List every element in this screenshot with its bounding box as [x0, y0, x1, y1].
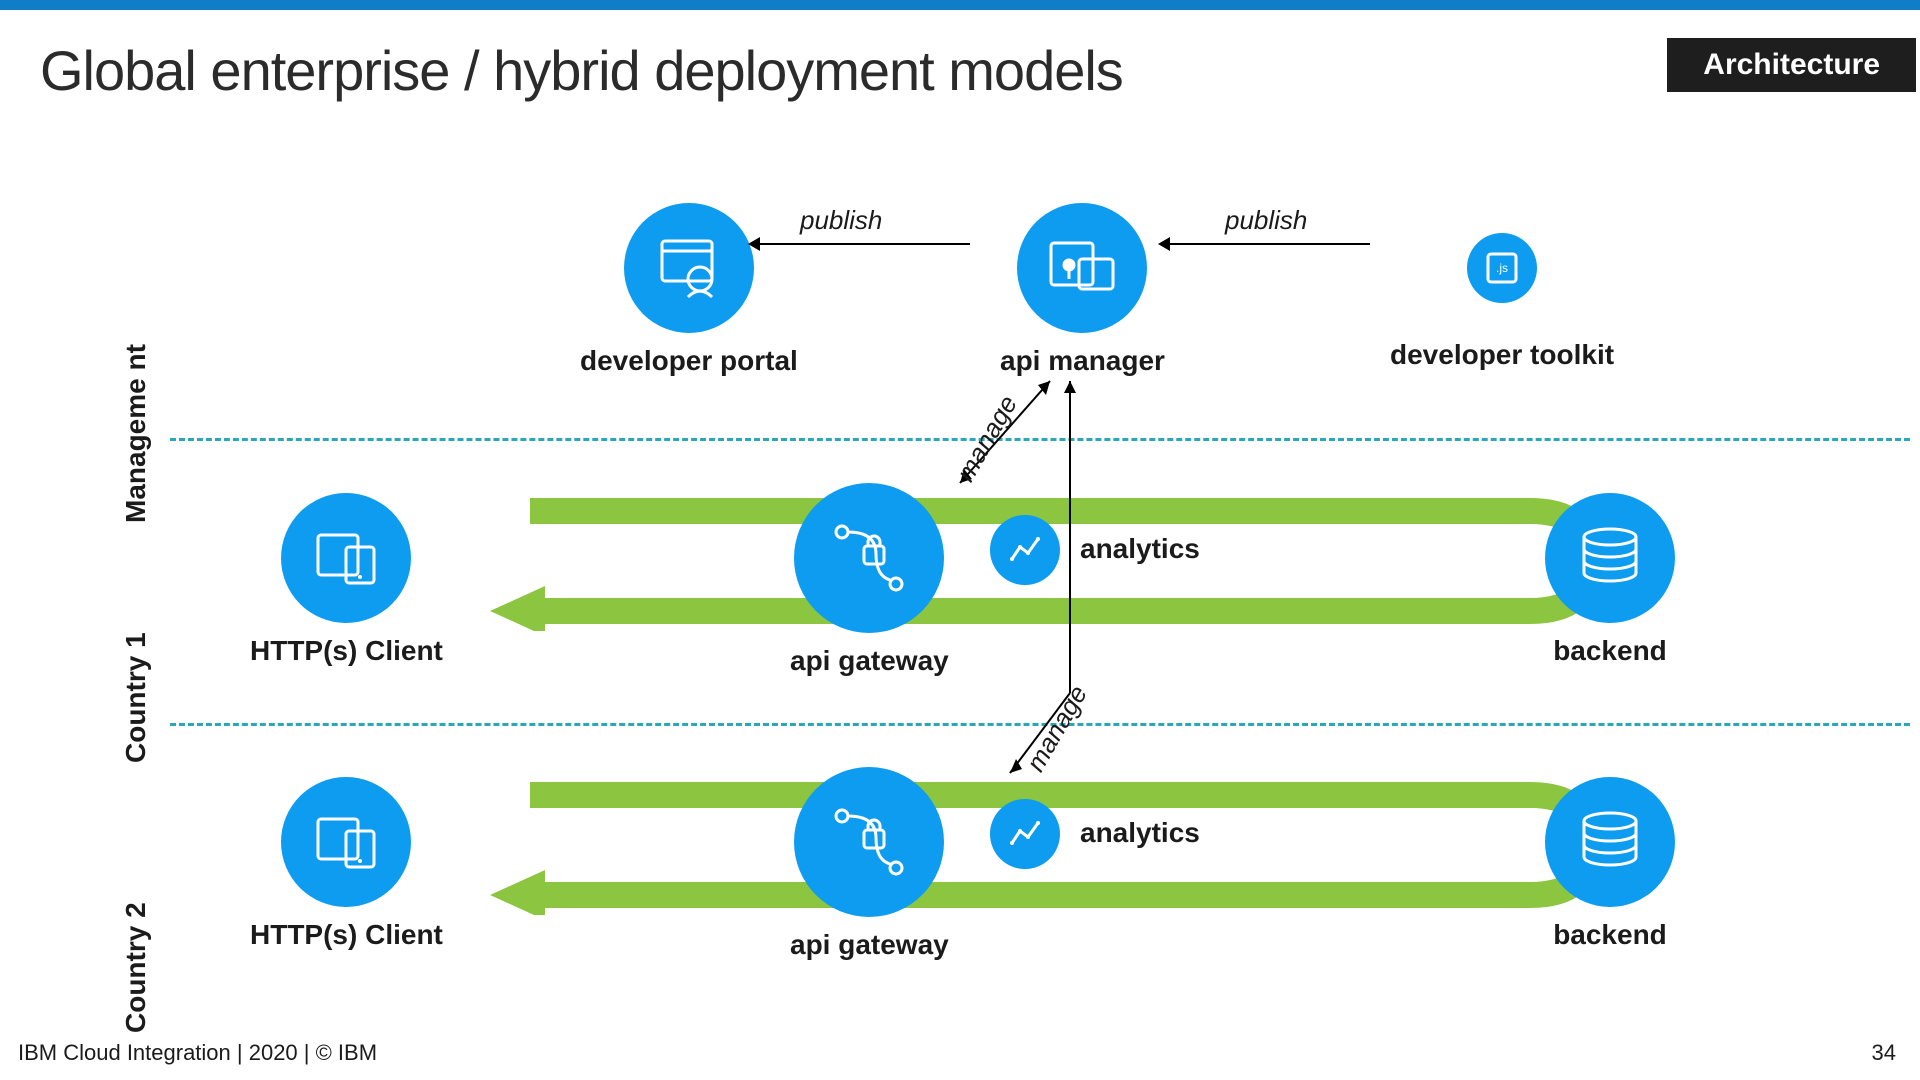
- node-client-country1: HTTP(s) Client: [250, 493, 443, 667]
- section-label-country1: Country 1: [120, 632, 152, 763]
- node-backend-country1: backend: [1545, 493, 1675, 667]
- footer-left: IBM Cloud Integration | 2020 | © IBM: [18, 1040, 377, 1066]
- node-client-country2: HTTP(s) Client: [250, 777, 443, 951]
- backend-label-2: backend: [1545, 919, 1675, 951]
- analytics-icon-2: [990, 799, 1060, 869]
- analytics-label-2: analytics: [1080, 817, 1200, 849]
- label-publish-2: publish: [1225, 205, 1307, 236]
- title-row: Global enterprise / hybrid deployment mo…: [0, 10, 1920, 103]
- analytics-icon-1: [990, 515, 1060, 585]
- category-badge: Architecture: [1667, 38, 1916, 92]
- page-title: Global enterprise / hybrid deployment mo…: [40, 38, 1123, 103]
- node-backend-country2: backend: [1545, 777, 1675, 951]
- developer-portal-icon: [624, 203, 754, 333]
- developer-portal-label: developer portal: [580, 345, 798, 377]
- client-icon-1: [281, 493, 411, 623]
- node-analytics-country2: [990, 799, 1060, 869]
- arrow-publish-manager-portal: [760, 243, 970, 245]
- footer-right: 34: [1872, 1040, 1896, 1066]
- diagram-canvas: Manageme nt Country 1 Country 2 develope…: [0, 103, 1920, 953]
- gateway-icon-2: [794, 767, 944, 917]
- gateway-label-2: api gateway: [790, 929, 949, 961]
- section-label-country2: Country 2: [120, 902, 152, 1033]
- node-gateway-country1: api gateway: [790, 483, 949, 677]
- node-api-manager: api manager: [1000, 203, 1165, 377]
- node-developer-toolkit: .js developer toolkit: [1390, 233, 1614, 371]
- arrow-publish-toolkit-manager: [1170, 243, 1370, 245]
- accent-bar: [0, 0, 1920, 10]
- footer: IBM Cloud Integration | 2020 | © IBM 34: [18, 1040, 1896, 1066]
- section-label-management: Manageme nt: [120, 344, 152, 523]
- backend-icon-2: [1545, 777, 1675, 907]
- gateway-icon-1: [794, 483, 944, 633]
- client-icon-2: [281, 777, 411, 907]
- client-label-2: HTTP(s) Client: [250, 919, 443, 951]
- node-developer-portal: developer portal: [580, 203, 798, 377]
- gateway-label-1: api gateway: [790, 645, 949, 677]
- developer-toolkit-icon: .js: [1467, 233, 1537, 303]
- node-analytics-country1: [990, 515, 1060, 585]
- label-publish-1: publish: [800, 205, 882, 236]
- backend-label-1: backend: [1545, 635, 1675, 667]
- svg-text:.js: .js: [1496, 261, 1508, 275]
- developer-toolkit-label: developer toolkit: [1390, 339, 1614, 371]
- backend-icon-1: [1545, 493, 1675, 623]
- api-manager-icon: [1017, 203, 1147, 333]
- node-gateway-country2: api gateway: [790, 767, 949, 961]
- client-label-1: HTTP(s) Client: [250, 635, 443, 667]
- analytics-label-1: analytics: [1080, 533, 1200, 565]
